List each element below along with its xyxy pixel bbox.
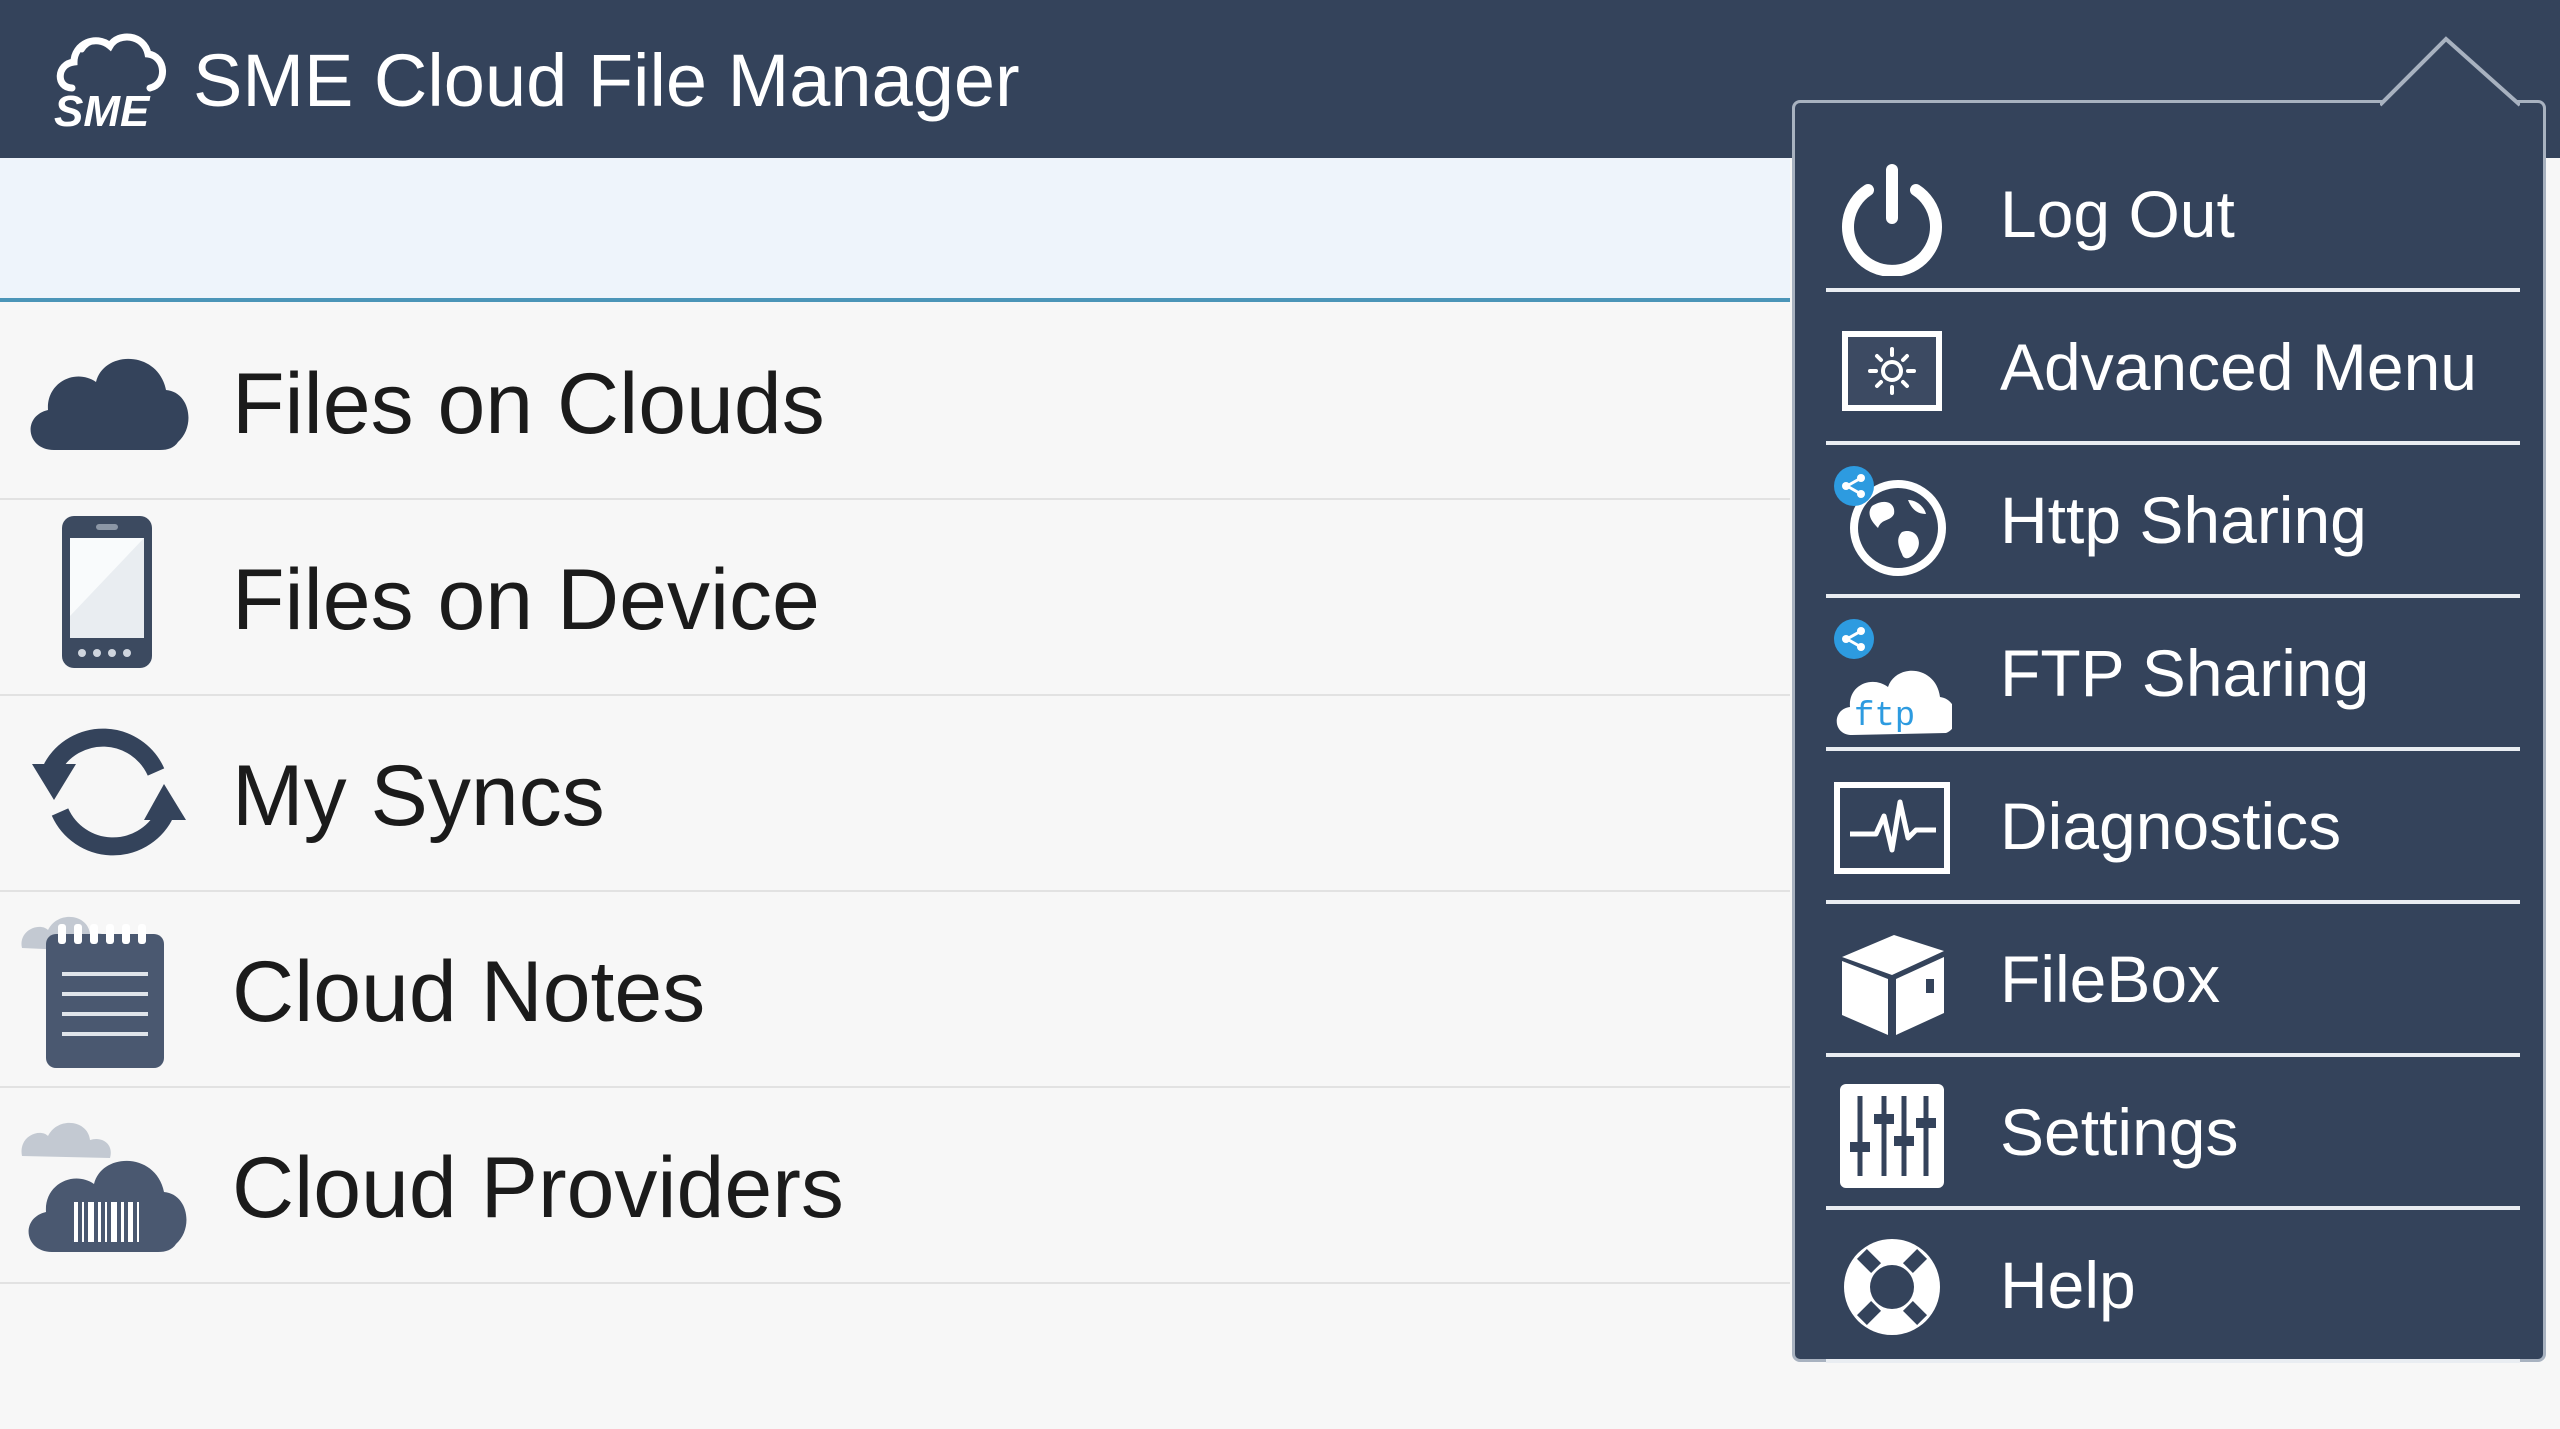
menu-item-http-sharing[interactable]: Http Sharing <box>1826 444 2520 598</box>
ftp-badge-text: ftp <box>1854 698 1915 735</box>
menu-item-label: Http Sharing <box>2000 483 2367 557</box>
menu-item-label: Diagnostics <box>2000 789 2342 863</box>
menu-item-label: Advanced Menu <box>2000 330 2477 404</box>
advanced-settings-icon <box>1842 331 1942 411</box>
cloud-icon <box>30 358 189 450</box>
list-item-files-on-clouds[interactable]: Files on Clouds <box>0 302 1790 500</box>
menu-item-label: FileBox <box>2000 942 2221 1016</box>
menu-item-advanced-menu[interactable]: Advanced Menu <box>1826 291 2520 445</box>
cloud-barcode-icon <box>21 1122 187 1252</box>
list-item-my-syncs[interactable]: My Syncs <box>0 694 1790 892</box>
lifebuoy-icon <box>1844 1239 1940 1335</box>
sliders-icon <box>1840 1084 1944 1188</box>
box-icon <box>1842 935 1944 1035</box>
phone-icon <box>62 516 152 668</box>
menu-item-settings[interactable]: Settings <box>1826 1056 2520 1210</box>
menu-item-log-out[interactable]: Log Out <box>1826 138 2520 292</box>
notepad-icon <box>21 916 164 1068</box>
globe-share-icon <box>1834 466 1946 576</box>
share-badge-icon <box>1834 466 1874 506</box>
menu-item-label: FTP Sharing <box>2000 636 2370 710</box>
menu-item-label: Settings <box>2000 1095 2239 1169</box>
share-badge-icon <box>1834 619 1874 659</box>
search-strip[interactable] <box>0 158 1790 302</box>
menu-item-help[interactable]: Help <box>1826 1209 2520 1363</box>
menu-item-filebox[interactable]: FileBox <box>1826 903 2520 1057</box>
sme-cloud-logo-icon: SME <box>54 33 166 136</box>
list-item-label: Cloud Notes <box>232 944 706 1040</box>
pulse-icon <box>1834 782 1950 874</box>
list-item-files-on-device[interactable]: Files on Device <box>0 498 1790 696</box>
list-item-label: Files on Clouds <box>232 356 825 452</box>
menu-item-label: Help <box>2000 1248 2136 1322</box>
list-item-label: Files on Device <box>232 552 820 648</box>
menu-pointer <box>2380 36 2520 107</box>
list-item-label: My Syncs <box>232 748 605 844</box>
menu-item-ftp-sharing[interactable]: ftp FTP Sharing <box>1826 597 2520 751</box>
sync-icon <box>32 728 186 856</box>
app-title: SME Cloud File Manager <box>193 39 1020 122</box>
list-item-cloud-providers[interactable]: Cloud Providers <box>0 1086 1790 1284</box>
power-icon <box>1842 164 1942 276</box>
ftp-cloud-share-icon: ftp <box>1834 619 1952 735</box>
list-item-label: Cloud Providers <box>232 1140 844 1236</box>
menu-item-label: Log Out <box>2000 177 2235 251</box>
logo-text: SME <box>54 87 151 136</box>
menu-item-diagnostics[interactable]: Diagnostics <box>1826 750 2520 904</box>
list-item-cloud-notes[interactable]: Cloud Notes <box>0 890 1790 1088</box>
